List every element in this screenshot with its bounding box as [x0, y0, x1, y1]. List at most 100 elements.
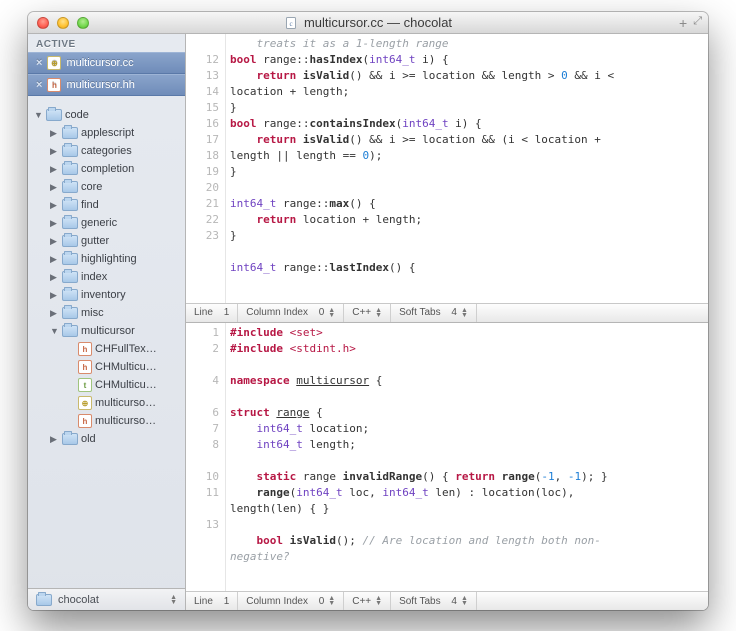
status-language[interactable]: C++▲▼	[344, 304, 391, 322]
disclosure-triangle-icon[interactable]: ▶	[50, 182, 59, 193]
disclosure-triangle-icon[interactable]: ▶	[50, 434, 59, 445]
folder-row[interactable]: ▶applescript	[28, 124, 185, 142]
folder-row[interactable]: ▶ old	[28, 430, 185, 448]
sidebar-footer[interactable]: chocolat ▲▼	[28, 588, 185, 610]
status-bar-top: Line 1 Column Index 0▲▼ C++▲▼ Soft Tabs …	[186, 303, 708, 322]
folder-row[interactable]: ▶ find	[28, 196, 185, 214]
minimize-window-button[interactable]	[57, 17, 69, 29]
file-badge-icon: ⊕	[78, 396, 92, 410]
folder-row[interactable]: ▶ gutter	[28, 232, 185, 250]
folder-icon	[62, 307, 78, 319]
zoom-window-button[interactable]	[77, 17, 89, 29]
open-file-name: multicursor.cc	[66, 57, 133, 69]
folder-icon	[62, 271, 78, 283]
tree-label: inventory	[81, 289, 179, 301]
stepper-icon[interactable]: ▲▼	[375, 596, 382, 606]
project-menu-stepper[interactable]: ▲▼	[170, 595, 177, 605]
document-icon: c	[284, 16, 298, 30]
editor-pane-top: 121314151617181920212223 treats it as a …	[186, 34, 708, 322]
folder-icon	[36, 594, 52, 606]
file-badge-icon: h	[78, 414, 92, 428]
status-language[interactable]: C++▲▼	[344, 592, 391, 610]
close-window-button[interactable]	[37, 17, 49, 29]
close-icon[interactable]: ×	[36, 57, 42, 69]
folder-icon	[62, 181, 78, 193]
file-row[interactable]: ⊕multicurso…	[28, 394, 185, 412]
tree-label: multicurso…	[95, 415, 179, 427]
file-row[interactable]: tCHMulticu…	[28, 376, 185, 394]
disclosure-triangle-icon[interactable]: ▼	[34, 110, 43, 120]
editor-area: 121314151617181920212223 treats it as a …	[186, 34, 708, 610]
disclosure-triangle-icon[interactable]: ▶	[50, 308, 59, 319]
file-badge-icon: h	[78, 360, 92, 374]
file-row[interactable]: hCHFullTex…	[28, 340, 185, 358]
folder-icon	[62, 235, 78, 247]
file-badge-icon: h	[78, 342, 92, 356]
file-row[interactable]: hmulticurso…	[28, 412, 185, 430]
stepper-icon[interactable]: ▲▼	[375, 308, 382, 318]
status-line[interactable]: Line 1	[186, 592, 238, 610]
folder-row[interactable]: ▶completion	[28, 160, 185, 178]
open-file-name: multicursor.hh	[66, 79, 134, 91]
code-top[interactable]: treats it as a 1-length range bool range…	[226, 34, 708, 303]
folder-row[interactable]: ▼multicursor	[28, 322, 185, 340]
disclosure-triangle-icon[interactable]: ▶	[50, 128, 59, 139]
tree-label: index	[81, 271, 179, 283]
folder-row[interactable]: ▶ categories	[28, 142, 185, 160]
disclosure-triangle-icon[interactable]: ▶	[50, 272, 59, 283]
folder-icon	[62, 217, 78, 229]
sidebar: ACTIVE × ⊕ multicursor.cc× h multicursor…	[28, 34, 186, 610]
fullscreen-icon[interactable]: ⤢	[693, 15, 702, 31]
stepper-icon[interactable]: ▲▼	[328, 596, 335, 606]
open-file[interactable]: × ⊕ multicursor.cc	[28, 52, 185, 74]
disclosure-triangle-icon[interactable]: ▶	[50, 290, 59, 301]
file-tree[interactable]: ▼code▶applescript▶categories▶completion▶…	[28, 102, 185, 588]
stepper-icon[interactable]: ▲▼	[461, 596, 468, 606]
open-file[interactable]: × h multicursor.hh	[28, 74, 185, 96]
folder-icon	[62, 433, 78, 445]
tree-label: generic	[81, 217, 179, 229]
editor-pane-bottom: 12 4 678 1011 13 #include <set> #include…	[186, 322, 708, 611]
folder-icon	[62, 253, 78, 265]
folder-row[interactable]: ▶ inventory	[28, 286, 185, 304]
tree-label: old	[81, 433, 179, 445]
folder-row[interactable]: ▶ highlighting	[28, 250, 185, 268]
tree-label: find	[81, 199, 179, 211]
code-bottom[interactable]: #include <set> #include <stdint.h> names…	[226, 323, 708, 592]
status-tabs[interactable]: Soft Tabs 4▲▼	[391, 592, 477, 610]
disclosure-triangle-icon[interactable]: ▶	[50, 218, 59, 229]
stepper-icon[interactable]: ▲▼	[461, 308, 468, 318]
close-icon[interactable]: ×	[36, 79, 42, 91]
tree-label: code	[65, 109, 179, 121]
stepper-icon[interactable]: ▲▼	[328, 308, 335, 318]
window-title: c multicursor.cc — chocolat	[28, 15, 708, 30]
disclosure-triangle-icon[interactable]: ▶	[50, 146, 59, 157]
traffic-lights	[28, 17, 89, 29]
file-row[interactable]: hCHMulticu…	[28, 358, 185, 376]
status-tabs[interactable]: Soft Tabs 4▲▼	[391, 304, 477, 322]
folder-icon	[62, 163, 78, 175]
disclosure-triangle-icon[interactable]: ▶	[50, 236, 59, 247]
tree-label: gutter	[81, 235, 179, 247]
status-line[interactable]: Line 1	[186, 304, 238, 322]
project-name: chocolat	[58, 594, 99, 606]
folder-row[interactable]: ▶ generic	[28, 214, 185, 232]
titlebar: c multicursor.cc — chocolat + ⤢	[28, 12, 708, 34]
folder-row[interactable]: ▼ code	[28, 106, 185, 124]
disclosure-triangle-icon[interactable]: ▶	[50, 164, 59, 175]
disclosure-triangle-icon[interactable]: ▶	[50, 254, 59, 265]
status-column[interactable]: Column Index 0▲▼	[238, 304, 344, 322]
folder-row[interactable]: ▶misc	[28, 304, 185, 322]
folder-row[interactable]: ▶ core	[28, 178, 185, 196]
disclosure-triangle-icon[interactable]: ▶	[50, 200, 59, 211]
tree-label: core	[81, 181, 179, 193]
tree-label: categories	[81, 145, 179, 157]
add-pane-icon[interactable]: +	[679, 15, 687, 31]
folder-row[interactable]: ▶ index	[28, 268, 185, 286]
status-column[interactable]: Column Index 0▲▼	[238, 592, 344, 610]
gutter-bottom[interactable]: 12 4 678 1011 13	[186, 323, 226, 592]
disclosure-triangle-icon[interactable]: ▼	[50, 326, 59, 336]
gutter-top[interactable]: 121314151617181920212223	[186, 34, 226, 303]
tree-label: highlighting	[81, 253, 179, 265]
folder-icon	[46, 109, 62, 121]
